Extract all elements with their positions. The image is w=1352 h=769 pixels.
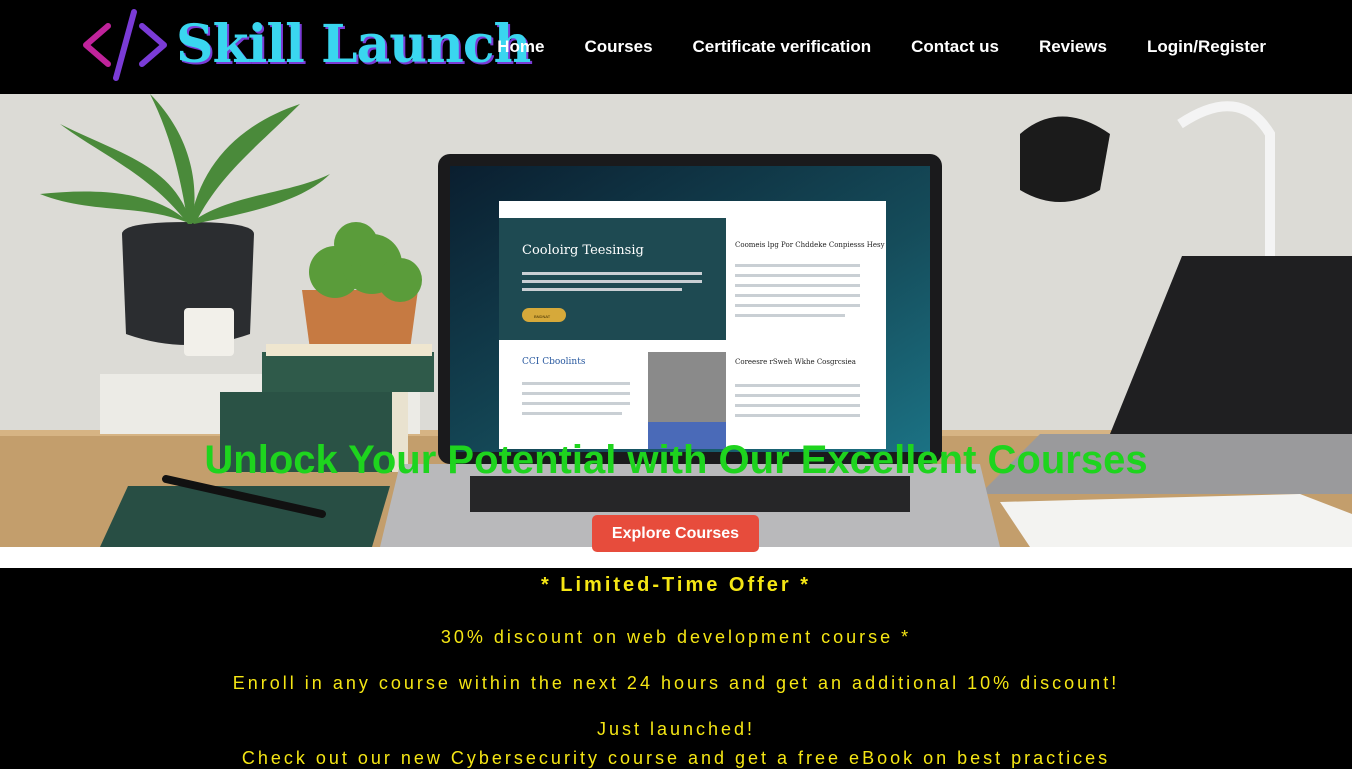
nav-home[interactable]: Home [497,37,544,57]
hero-title: Unlock Your Potential with Our Excellent… [204,438,1148,482]
screen-heading: Cooloirg Teesinsig [522,243,644,258]
offer-line-3: Just launched! [596,719,756,739]
nav-certificate-verification[interactable]: Certificate verification [693,37,872,57]
offer-line-2: Enroll in any course within the next 24 … [232,673,1120,693]
screen-left-heading-2: CCI Cboolints [522,357,586,367]
nav-contact-us[interactable]: Contact us [911,37,999,57]
hero-banner: Cooloirg Teesinsig BNDNAT Coomeis lpg Po… [0,94,1352,547]
brand-name: Skill Launch [176,14,531,75]
offer-title: * Limited-Time Offer * [540,574,812,596]
nav-reviews[interactable]: Reviews [1039,37,1107,57]
screen-button-label: BNDNAT [534,314,551,319]
screen-right-heading-2: Coreesre rSweh Wkhe Cosgrcsiea [735,358,856,366]
nav-courses[interactable]: Courses [585,37,653,57]
offer-section: * Limited-Time Offer * 30% discount on w… [0,568,1352,768]
explore-courses-button[interactable]: Explore Courses [592,515,759,552]
offer-line-4: Check out our new Cybersecurity course a… [241,748,1111,768]
main-nav: Home Courses Certificate verification Co… [497,0,1266,94]
brand-logo[interactable]: Skill Launch [80,8,531,82]
nav-login-register[interactable]: Login/Register [1147,37,1266,57]
offer-line-1: 30% discount on web development course * [440,627,912,647]
site-header: Skill Launch Home Courses Certificate ve… [0,0,1352,94]
screen-right-heading-1: Coomeis lpg Por Chddeke Conpiesss Hesy [735,241,885,249]
code-brackets-icon [83,9,167,81]
